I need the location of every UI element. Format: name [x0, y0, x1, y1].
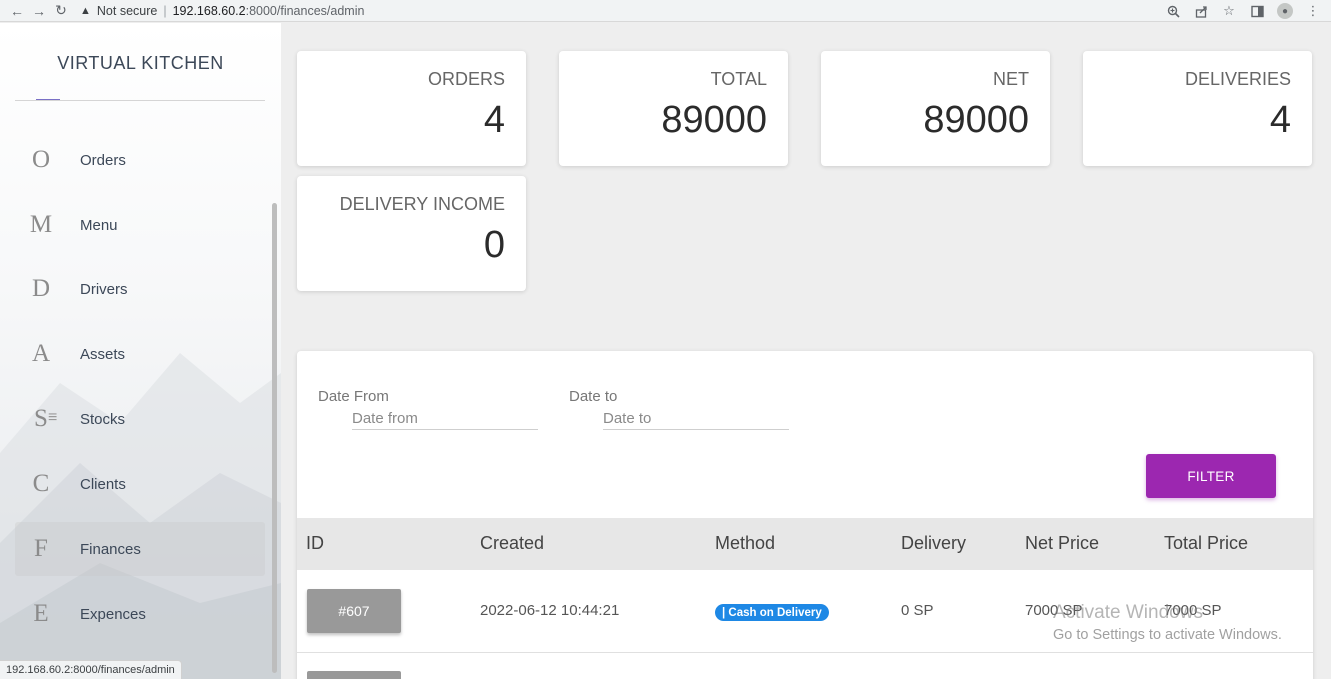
date-to-label: Date to	[569, 388, 618, 405]
finances-letter-icon: F	[34, 535, 48, 562]
sidebar-item-finances[interactable]: F Finances	[15, 522, 265, 576]
delivery-cell: 0 SP	[901, 602, 934, 619]
not-secure-label: Not secure	[96, 3, 158, 18]
sidebar-item-label: Menu	[80, 216, 118, 234]
column-header-total-price[interactable]: Total Price	[1164, 533, 1248, 554]
table-header: ID Created Method Delivery Net Price Tot…	[297, 518, 1313, 570]
stat-title: DELIVERY INCOME	[339, 194, 505, 214]
sidebar-item-drivers[interactable]: D Drivers	[15, 262, 265, 316]
sidebar-item-label: Assets	[80, 345, 126, 363]
list-lines-icon: ≡	[48, 409, 58, 426]
sidebar-item-label: Stocks	[80, 410, 126, 428]
browser-status-bar: 192.168.60.2:8000/finances/admin	[0, 660, 182, 679]
stat-value: 89000	[923, 99, 1029, 141]
side-panel-icon[interactable]	[1243, 0, 1271, 22]
share-icon[interactable]	[1187, 0, 1215, 22]
column-header-created[interactable]: Created	[480, 533, 544, 554]
url-host: 192.168.60.2	[172, 3, 246, 18]
orders-letter-icon: O	[31, 146, 51, 173]
stat-card-deliveries: DELIVERIES 4	[1083, 51, 1312, 166]
stat-value: 4	[1269, 99, 1291, 141]
back-icon[interactable]: ←	[6, 0, 28, 22]
sidebar-item-label: Orders	[80, 151, 126, 169]
address-bar[interactable]: ▲ Not secure | 192.168.60.2 :8000/financ…	[80, 4, 364, 18]
browser-toolbar: ← → ↻ ▲ Not secure | 192.168.60.2 :8000/…	[0, 0, 1331, 22]
stat-card-net: NET 89000	[821, 51, 1050, 166]
stat-title: ORDERS	[427, 69, 505, 89]
sidebar-item-clients[interactable]: C Clients	[15, 457, 265, 511]
assets-letter-icon: A	[31, 340, 51, 367]
url-path: :8000/finances/admin	[245, 3, 365, 18]
order-id-button[interactable]: #607	[307, 589, 401, 633]
column-header-delivery[interactable]: Delivery	[901, 533, 966, 554]
sidebar-item-label: Clients	[80, 475, 126, 493]
browser-actions: ☆ ● ⋮	[1159, 0, 1327, 22]
sidebar-item-label: Expences	[80, 605, 146, 623]
activate-windows-watermark: Activate Windows	[1053, 602, 1203, 623]
sidebar-item-assets[interactable]: A Assets	[15, 327, 265, 381]
drivers-letter-icon: D	[31, 275, 51, 302]
sidebar-item-expences[interactable]: E Expences	[15, 587, 265, 641]
sidebar-item-stocks[interactable]: S ≡ Stocks	[15, 392, 265, 446]
date-from-label: Date From	[318, 388, 389, 405]
bookmark-star-icon[interactable]: ☆	[1215, 0, 1243, 22]
sidebar-item-orders[interactable]: O Orders	[15, 133, 265, 187]
menu-letter-icon: M	[29, 211, 53, 238]
forward-icon[interactable]: →	[28, 0, 50, 22]
profile-icon[interactable]: ●	[1271, 0, 1299, 22]
stat-title: DELIVERIES	[1184, 69, 1291, 89]
sidebar: VIRTUAL KITCHEN O Orders M Menu D Driver…	[0, 23, 281, 679]
sidebar-item-menu[interactable]: M Menu	[15, 198, 265, 252]
column-header-net-price[interactable]: Net Price	[1025, 533, 1099, 554]
warning-icon: ▲	[80, 4, 91, 17]
sidebar-divider	[15, 100, 265, 101]
date-to-input[interactable]	[603, 408, 789, 430]
date-from-input[interactable]	[352, 408, 538, 430]
stat-title: NET	[993, 69, 1029, 89]
column-header-id[interactable]: ID	[306, 533, 324, 554]
stat-card-delivery-income: DELIVERY INCOME 0	[297, 176, 526, 291]
sidebar-item-label: Finances	[80, 540, 141, 558]
reload-icon[interactable]: ↻	[50, 0, 72, 22]
stat-value: 0	[483, 224, 505, 266]
filter-button[interactable]: FILTER	[1146, 454, 1276, 498]
zoom-icon[interactable]	[1159, 0, 1187, 22]
stat-title: TOTAL	[710, 69, 767, 89]
stocks-letter-icon: S	[34, 405, 48, 432]
brand-title[interactable]: VIRTUAL KITCHEN	[0, 53, 281, 74]
url-separator: |	[163, 3, 167, 18]
stat-card-orders: ORDERS 4	[297, 51, 526, 166]
clients-letter-icon: C	[32, 470, 50, 497]
activate-windows-subtitle: Go to Settings to activate Windows.	[1053, 627, 1282, 643]
order-id-button-partial[interactable]	[307, 671, 401, 679]
stat-value: 89000	[661, 99, 767, 141]
stat-value: 4	[483, 99, 505, 141]
expences-letter-icon: E	[33, 600, 49, 627]
created-cell: 2022-06-12 10:44:21	[480, 602, 620, 619]
method-badge: | Cash on Delivery	[715, 604, 829, 621]
sidebar-item-label: Drivers	[80, 280, 128, 298]
column-header-method[interactable]: Method	[715, 533, 775, 554]
menu-dots-icon[interactable]: ⋮	[1299, 0, 1327, 22]
stat-card-total: TOTAL 89000	[559, 51, 788, 166]
sidebar-scroll-thumb[interactable]	[272, 203, 277, 673]
